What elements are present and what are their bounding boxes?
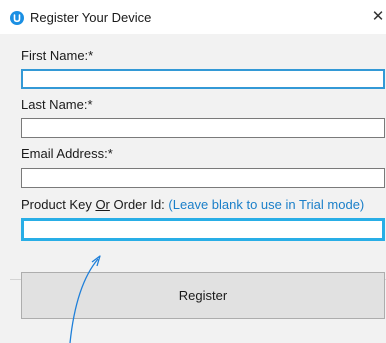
register-button[interactable]: Register (21, 272, 385, 319)
app-logo-icon (10, 11, 24, 25)
first-name-field[interactable] (21, 69, 385, 89)
product-key-label-prefix: Product Key (21, 197, 96, 212)
registration-form: First Name:* Last Name:* Email Address:*… (0, 34, 386, 343)
email-label: Email Address:* (21, 146, 113, 161)
last-name-field[interactable] (21, 118, 385, 138)
last-name-label: Last Name:* (21, 97, 93, 112)
window-title: Register Your Device (30, 10, 152, 25)
email-field[interactable] (21, 168, 385, 188)
close-icon[interactable]: ✕ (370, 8, 386, 26)
product-key-label-or: Or (95, 197, 110, 212)
product-key-label-suffix: Order Id: (109, 197, 169, 212)
first-name-label: First Name:* (21, 48, 94, 63)
product-key-label: Product Key Or Order Id: (Leave blank to… (21, 197, 364, 213)
trial-mode-hint: (Leave blank to use in Trial mode) (168, 197, 365, 212)
title-bar: Register Your Device ✕ (0, 0, 386, 34)
product-key-field[interactable] (21, 218, 385, 241)
